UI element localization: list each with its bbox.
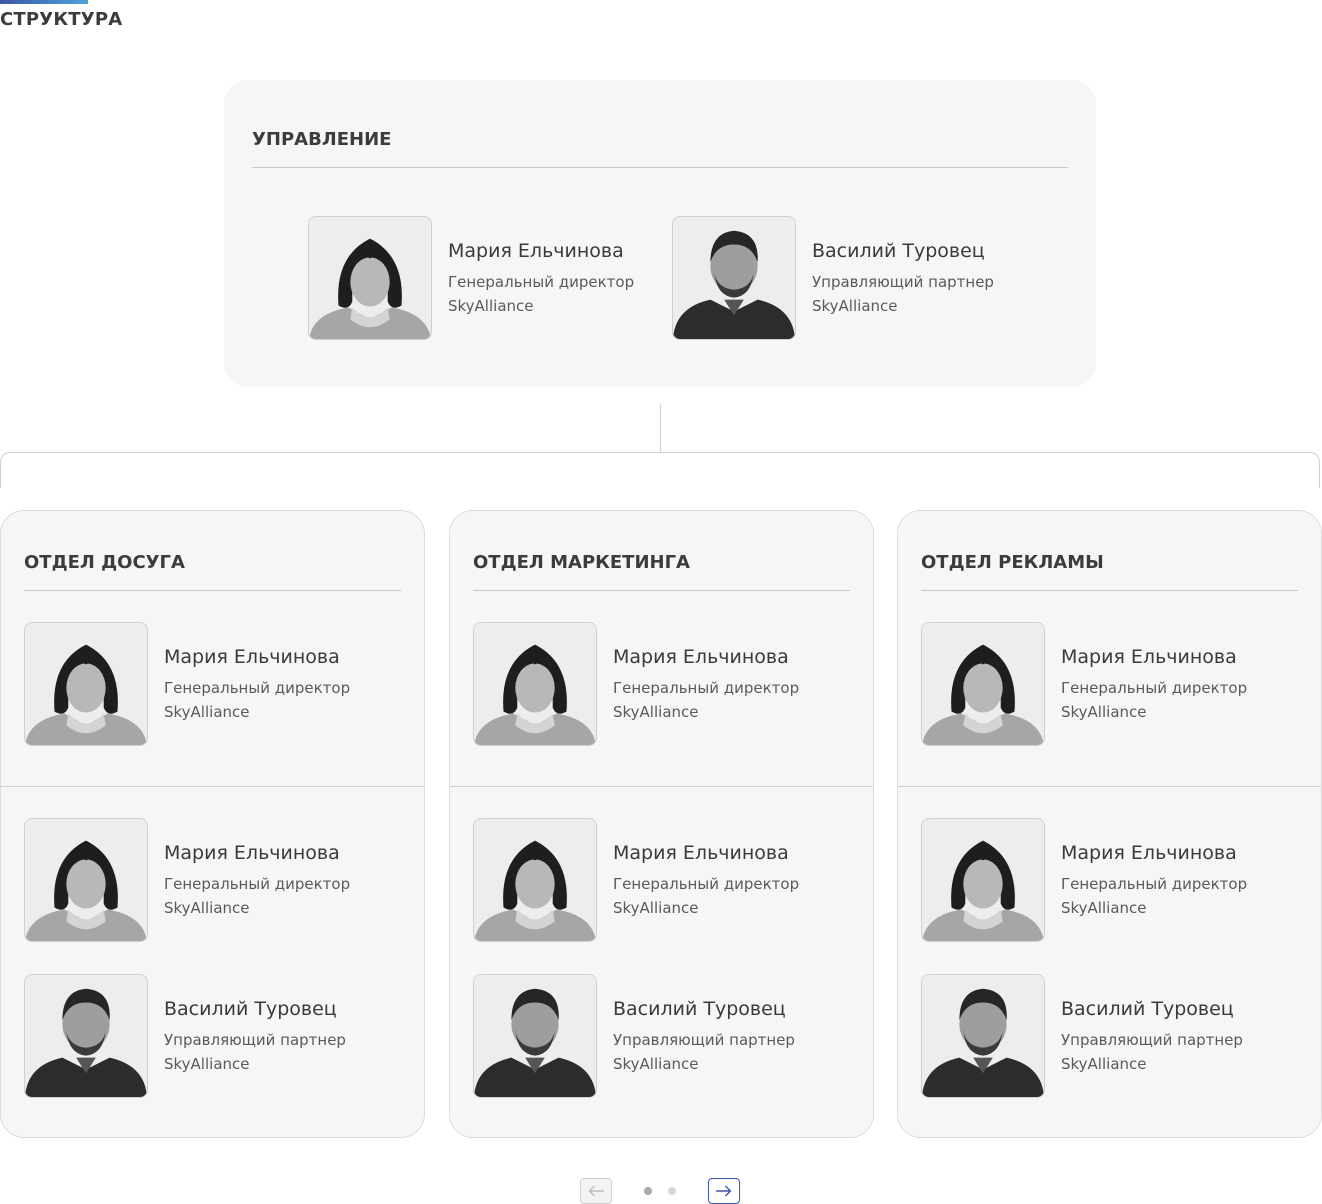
person-card: Мария Ельчинова Генеральный директор Sky… bbox=[308, 216, 668, 340]
person-name: Мария Ельчинова bbox=[448, 240, 624, 262]
person-name: Мария Ельчинова bbox=[613, 842, 789, 864]
person-role: Генеральный директор bbox=[448, 273, 635, 291]
man-portrait-icon bbox=[25, 975, 147, 1097]
person-org: SkyAlliance bbox=[164, 1055, 250, 1073]
man-portrait-icon bbox=[474, 975, 596, 1097]
department-title: ОТДЕЛ РЕКЛАМЫ bbox=[921, 552, 1104, 573]
section-accent-line bbox=[0, 0, 88, 4]
person-org: SkyAlliance bbox=[613, 899, 699, 917]
person-name: Мария Ельчинова bbox=[164, 646, 340, 668]
person-org: SkyAlliance bbox=[164, 703, 250, 721]
woman-portrait-photo bbox=[921, 622, 1045, 746]
management-title: УПРАВЛЕНИЕ bbox=[252, 129, 392, 150]
divider bbox=[473, 590, 850, 591]
person-role: Генеральный директор bbox=[613, 679, 800, 697]
person-org: SkyAlliance bbox=[164, 899, 250, 917]
person-role: Генеральный директор bbox=[164, 875, 351, 893]
section-title: СТРУКТУРА bbox=[0, 9, 123, 30]
department-head: Мария Ельчинова Генеральный директор Sky… bbox=[921, 622, 1281, 746]
person-name: Мария Ельчинова bbox=[1061, 646, 1237, 668]
man-portrait-icon bbox=[922, 975, 1044, 1097]
department-head: Мария Ельчинова Генеральный директор Sky… bbox=[473, 622, 833, 746]
person-org: SkyAlliance bbox=[448, 297, 534, 315]
person-name: Мария Ельчинова bbox=[613, 646, 789, 668]
department-card: ОТДЕЛ ДОСУГА Мария Ельчинова Генеральный… bbox=[0, 510, 425, 1138]
person-name: Мария Ельчинова bbox=[1061, 842, 1237, 864]
pager-dot[interactable] bbox=[668, 1187, 676, 1195]
man-portrait-photo bbox=[921, 974, 1045, 1098]
person-org: SkyAlliance bbox=[613, 1055, 699, 1073]
woman-portrait-icon bbox=[25, 819, 147, 941]
person-role: Управляющий партнер bbox=[613, 1031, 795, 1049]
person-org: SkyAlliance bbox=[1061, 899, 1147, 917]
woman-portrait-photo bbox=[473, 818, 597, 942]
department-head: Мария Ельчинова Генеральный директор Sky… bbox=[24, 622, 384, 746]
woman-portrait-icon bbox=[922, 819, 1044, 941]
woman-portrait-photo bbox=[24, 818, 148, 942]
department-card: ОТДЕЛ МАРКЕТИНГА Мария Ельчинова Генерал… bbox=[449, 510, 874, 1138]
man-portrait-photo bbox=[672, 216, 796, 340]
department-member: Мария Ельчинова Генеральный директор Sky… bbox=[921, 818, 1281, 942]
department-divider bbox=[1, 786, 424, 787]
person-org: SkyAlliance bbox=[1061, 1055, 1147, 1073]
divider bbox=[252, 167, 1068, 168]
pager-prev-button[interactable] bbox=[580, 1178, 612, 1204]
tree-connector-vertical bbox=[660, 404, 661, 452]
woman-portrait-photo bbox=[24, 622, 148, 746]
person-role: Генеральный директор bbox=[164, 679, 351, 697]
department-member: Василий Туровец Управляющий партнер SkyA… bbox=[24, 974, 384, 1098]
department-title: ОТДЕЛ ДОСУГА bbox=[24, 552, 185, 573]
department-title: ОТДЕЛ МАРКЕТИНГА bbox=[473, 552, 690, 573]
person-role: Управляющий партнер bbox=[164, 1031, 346, 1049]
woman-portrait-photo bbox=[921, 818, 1045, 942]
man-portrait-icon bbox=[673, 217, 795, 339]
person-role: Генеральный директор bbox=[1061, 875, 1248, 893]
person-role: Генеральный директор bbox=[613, 875, 800, 893]
woman-portrait-photo bbox=[473, 622, 597, 746]
department-member: Василий Туровец Управляющий партнер SkyA… bbox=[473, 974, 833, 1098]
woman-portrait-icon bbox=[474, 623, 596, 745]
person-name: Василий Туровец bbox=[613, 998, 786, 1020]
woman-portrait-icon bbox=[922, 623, 1044, 745]
department-member: Мария Ельчинова Генеральный директор Sky… bbox=[24, 818, 384, 942]
department-divider bbox=[450, 786, 873, 787]
person-org: SkyAlliance bbox=[613, 703, 699, 721]
tree-connector-horizontal bbox=[0, 452, 1320, 488]
arrow-right-icon bbox=[715, 1185, 732, 1197]
person-role: Управляющий партнер bbox=[1061, 1031, 1243, 1049]
woman-portrait-icon bbox=[25, 623, 147, 745]
person-card: Василий Туровец Управляющий партнер SkyA… bbox=[672, 216, 1032, 340]
person-org: SkyAlliance bbox=[1061, 703, 1147, 721]
person-name: Василий Туровец bbox=[1061, 998, 1234, 1020]
woman-portrait-photo bbox=[308, 216, 432, 340]
man-portrait-photo bbox=[473, 974, 597, 1098]
divider bbox=[921, 590, 1298, 591]
pager-dot-active[interactable] bbox=[644, 1187, 652, 1195]
person-name: Василий Туровец bbox=[812, 240, 985, 262]
person-role: Управляющий партнер bbox=[812, 273, 994, 291]
department-member: Василий Туровец Управляющий партнер SkyA… bbox=[921, 974, 1281, 1098]
woman-portrait-icon bbox=[309, 217, 431, 339]
department-member: Мария Ельчинова Генеральный директор Sky… bbox=[473, 818, 833, 942]
woman-portrait-icon bbox=[474, 819, 596, 941]
pager-next-button[interactable] bbox=[708, 1178, 740, 1204]
management-card: УПРАВЛЕНИЕ Мария Ельчинова Генеральный д… bbox=[224, 80, 1096, 387]
person-role: Генеральный директор bbox=[1061, 679, 1248, 697]
department-divider bbox=[898, 786, 1321, 787]
divider bbox=[24, 590, 401, 591]
arrow-left-icon bbox=[588, 1185, 605, 1197]
department-card: ОТДЕЛ РЕКЛАМЫ Мария Ельчинова Генеральны… bbox=[897, 510, 1322, 1138]
person-org: SkyAlliance bbox=[812, 297, 898, 315]
man-portrait-photo bbox=[24, 974, 148, 1098]
person-name: Василий Туровец bbox=[164, 998, 337, 1020]
person-name: Мария Ельчинова bbox=[164, 842, 340, 864]
